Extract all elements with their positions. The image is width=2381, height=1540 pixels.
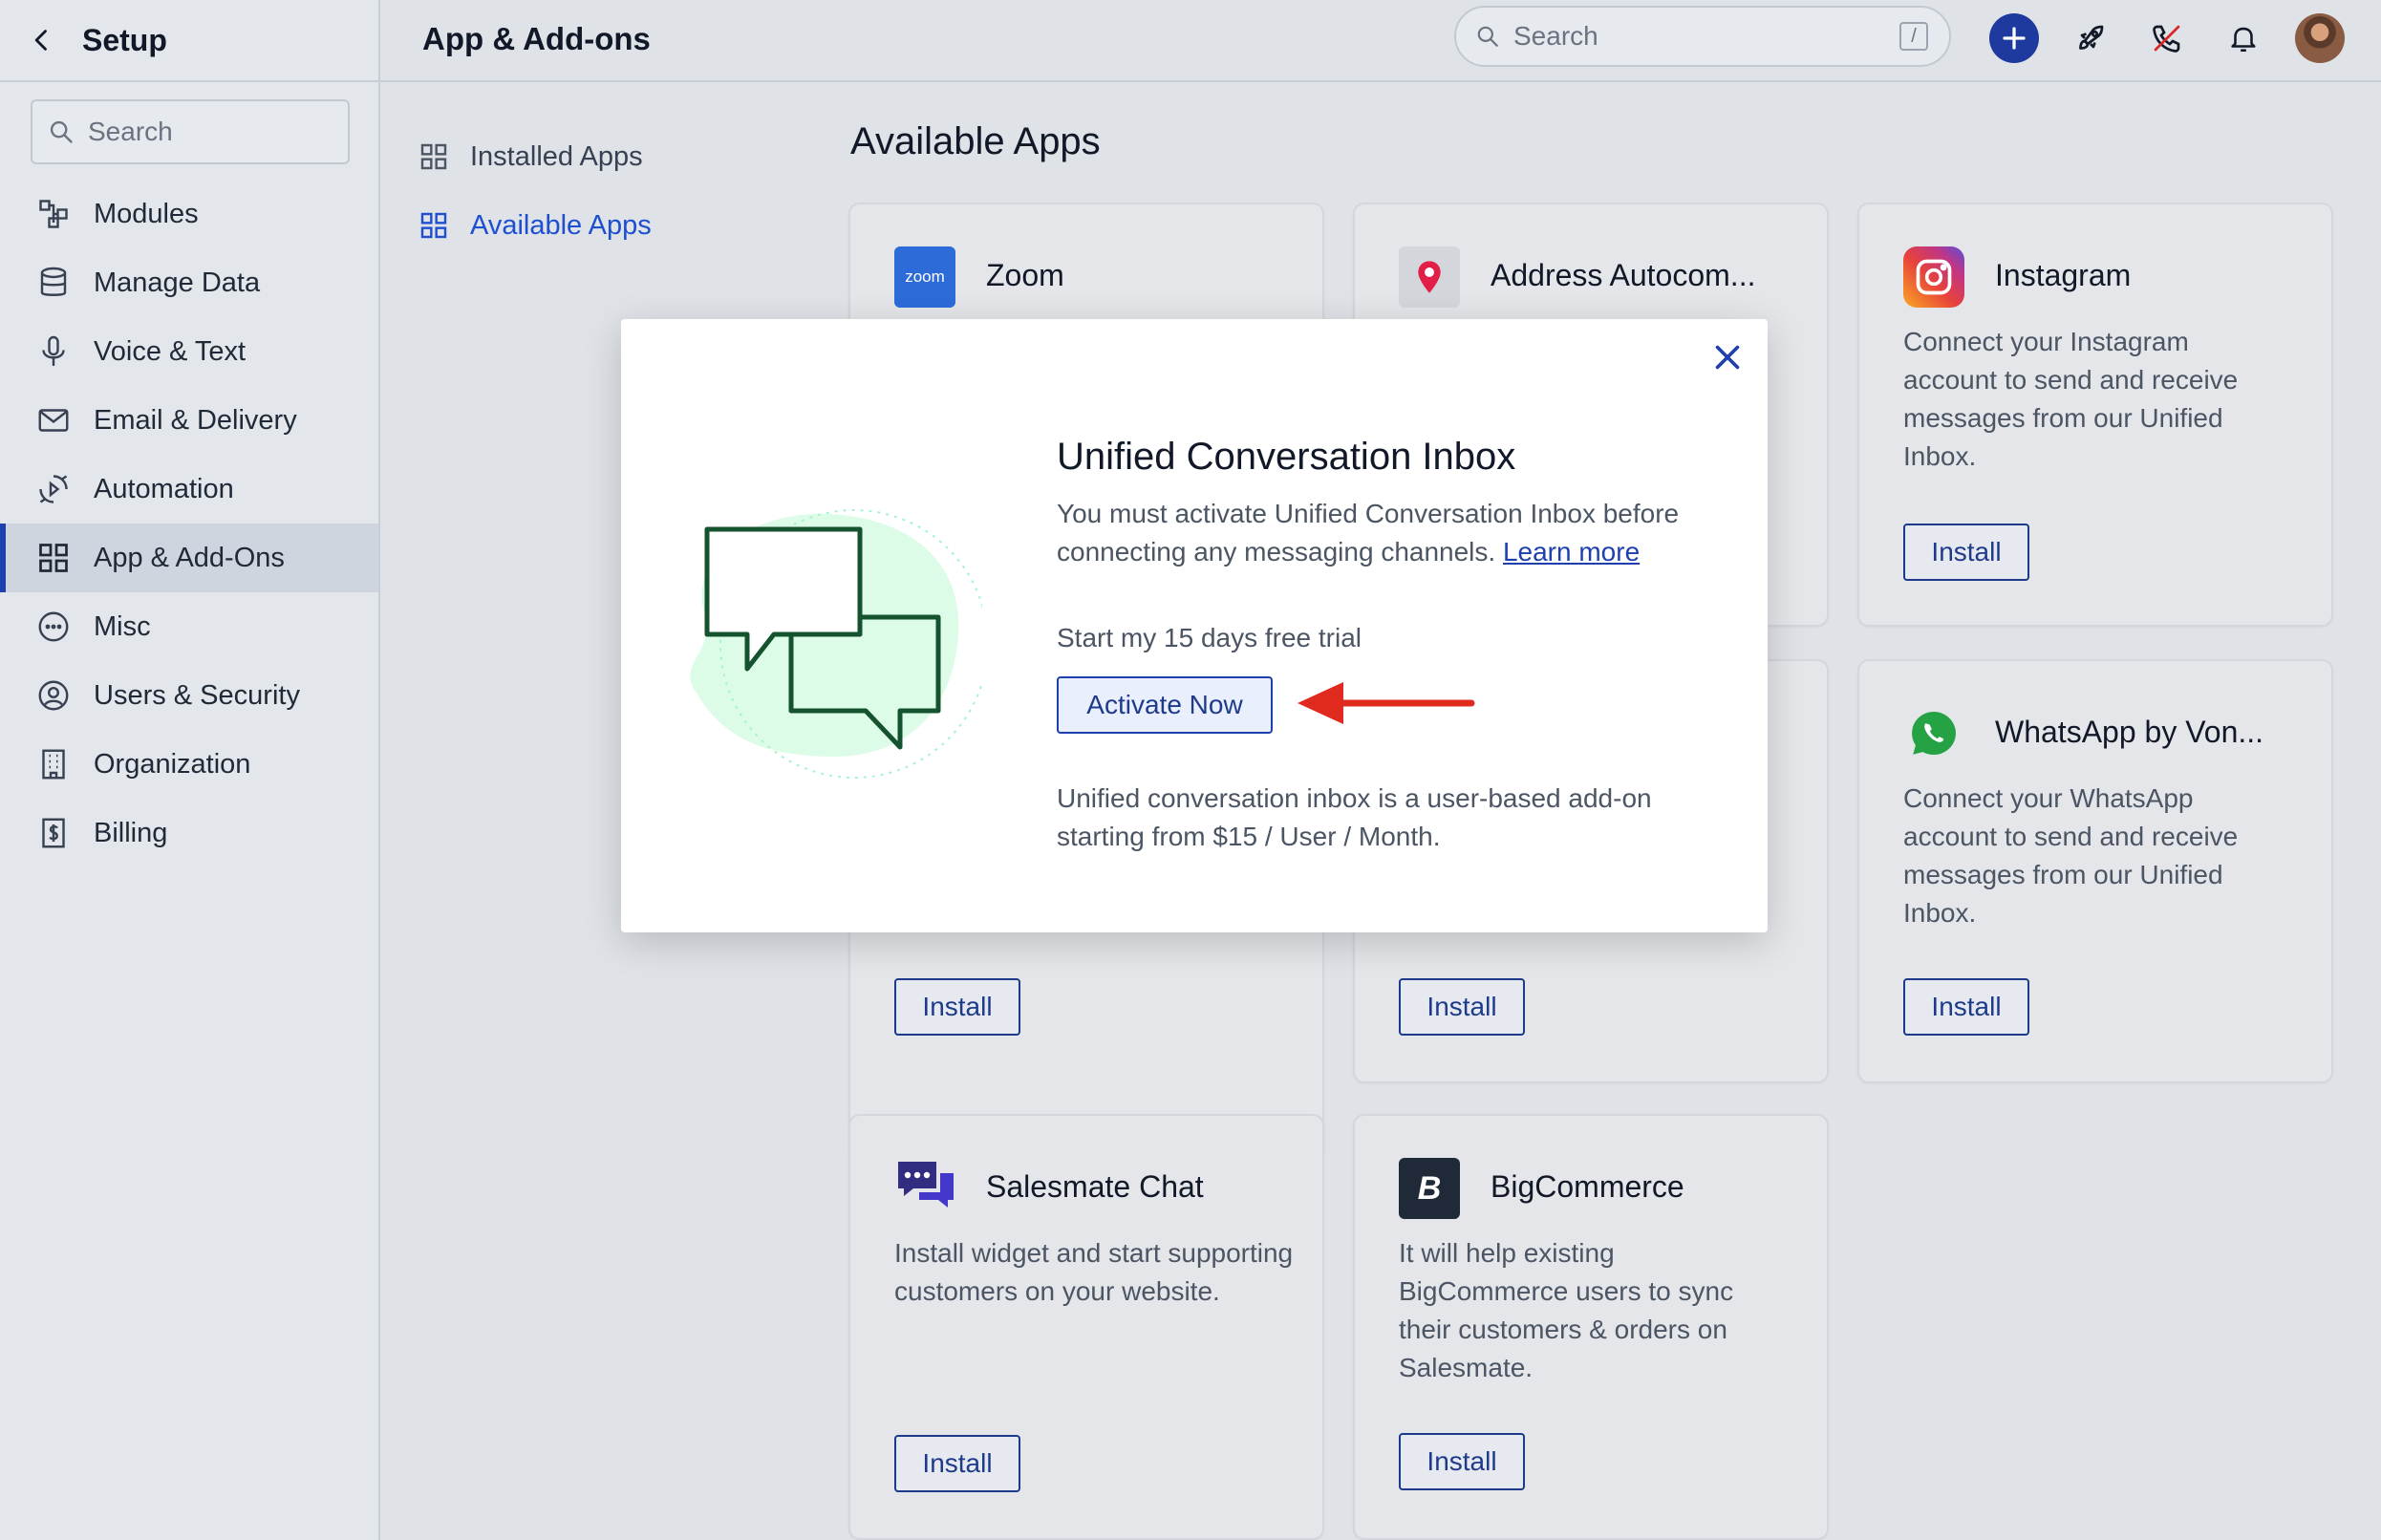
app-description: Connect your Instagram account to send a… [1903,327,2239,471]
app-description: It will help existing BigCommerce users … [1399,1238,1734,1382]
user-avatar[interactable] [2295,13,2345,63]
install-button[interactable]: Install [894,1435,1020,1492]
grid-icon [39,544,68,572]
sidebar-item-users-security[interactable]: Users & Security [0,661,378,730]
instagram-icon [1903,246,1964,308]
subnav-label: Installed Apps [470,140,643,172]
unified-inbox-modal: Unified Conversation Inbox You must acti… [621,319,1768,932]
chat-bubbles-icon [894,1158,955,1219]
sidebar-header: Setup [0,0,378,82]
sidebar-item-label: Organization [94,748,251,780]
quick-add-button[interactable] [1989,13,2039,63]
sidebar: Setup Search Modules Manage Data Voice &… [0,0,380,1540]
sidebar-nav: Modules Manage Data Voice & Text Email &… [0,180,378,867]
app-name: Address Autocom... [1491,258,1756,292]
map-pin-icon [1399,246,1460,308]
app-name: WhatsApp by Von... [1995,715,2264,749]
rocket-icon [2079,25,2104,50]
sidebar-item-organization[interactable]: Organization [0,730,378,799]
global-search-input[interactable]: Search / [1454,6,1951,67]
app-name: BigCommerce [1491,1169,1684,1204]
top-header: App & Add-ons Search / [380,0,2381,82]
app-card-bigcommerce: B BigCommerce It will help existing BigC… [1353,1114,1829,1540]
install-button[interactable]: Install [894,978,1020,1036]
install-button[interactable]: Install [1399,1433,1525,1490]
apps-subnav: Installed Apps Available Apps [380,82,829,260]
sidebar-search-placeholder: Search [88,117,173,146]
sidebar-title: Setup [82,22,167,57]
grid-icon [420,212,447,239]
sidebar-item-label: Modules [94,198,199,229]
sidebar-item-label: Misc [94,610,151,642]
install-button[interactable]: Install [1903,978,2029,1036]
page-title: App & Add-ons [422,21,651,56]
microphone-icon [42,335,65,366]
chat-bubbles-illustration-icon [690,509,982,779]
modules-icon [39,200,68,228]
zoom-logo-icon: zoom [894,246,955,308]
sidebar-item-voice-text[interactable]: Voice & Text [0,317,378,386]
pricing-text: Unified conversation inbox is a user-bas… [1057,783,1652,851]
database-icon [40,267,67,296]
red-arrow-icon [1298,682,1475,724]
sidebar-item-label: Automation [94,473,234,504]
app-name: Zoom [986,258,1064,292]
modal-description: You must activate Unified Conversation I… [1057,495,1726,571]
building-icon [42,749,65,780]
bell-icon [2231,27,2256,53]
phone-off-icon [2153,25,2180,53]
receipt-icon [42,818,65,848]
sidebar-item-label: Manage Data [94,267,261,298]
install-button[interactable]: Install [1903,524,2029,581]
trial-text: Start my 15 days free trial [1057,623,1362,652]
sidebar-item-label: Users & Security [94,679,300,711]
bigcommerce-logo-icon: B [1399,1158,1460,1219]
close-icon[interactable] [1710,340,1745,374]
sidebar-item-email-delivery[interactable]: Email & Delivery [0,386,378,455]
phone-off-button[interactable] [2142,13,2192,63]
sidebar-item-billing[interactable]: Billing [0,799,378,867]
user-circle-icon [38,680,69,711]
sidebar-item-modules[interactable]: Modules [0,180,378,248]
install-button[interactable]: Install [1399,978,1525,1036]
grid-icon [420,143,447,170]
app-name: Salesmate Chat [986,1169,1204,1204]
sidebar-search-input[interactable]: Search [31,99,350,164]
more-icon [38,611,69,642]
sidebar-item-label: Voice & Text [94,335,247,367]
app-card-instagram: Instagram Connect your Instagram account… [1857,203,2333,627]
app-card-whatsapp: WhatsApp by Von... Connect your WhatsApp… [1857,659,2333,1083]
subnav-installed-apps[interactable]: Installed Apps [380,122,829,191]
search-shortcut-key: / [1899,22,1928,51]
plus-icon [2003,27,2026,50]
learn-more-link[interactable]: Learn more [1503,537,1640,567]
sidebar-item-app-addons[interactable]: App & Add-Ons [0,524,378,592]
search-icon [1477,26,1498,47]
modal-title: Unified Conversation Inbox [1057,436,1516,478]
sidebar-item-label: App & Add-Ons [94,542,285,573]
app-card-salesmate-chat: Salesmate Chat Install widget and start … [848,1114,1324,1540]
search-icon [50,120,73,143]
sidebar-item-manage-data[interactable]: Manage Data [0,248,378,317]
app-name: Instagram [1995,258,2132,292]
sidebar-item-label: Email & Delivery [94,404,297,436]
sidebar-item-automation[interactable]: Automation [0,455,378,524]
whatsapp-icon [1903,703,1964,764]
activate-now-button[interactable]: Activate Now [1057,676,1273,734]
app-description: Install widget and start supporting cust… [894,1238,1294,1306]
envelope-icon [38,409,69,432]
app-description: Connect your WhatsApp account to send an… [1903,783,2239,928]
sidebar-item-label: Billing [94,817,168,848]
global-search-placeholder: Search [1513,21,1598,51]
automation-icon [39,475,68,503]
rocket-button[interactable] [2066,13,2115,63]
subnav-label: Available Apps [470,209,652,241]
back-arrow-icon[interactable] [29,27,55,53]
section-title: Available Apps [850,120,1101,162]
sidebar-item-misc[interactable]: Misc [0,592,378,661]
subnav-available-apps[interactable]: Available Apps [380,191,829,260]
notifications-button[interactable] [2219,13,2268,63]
